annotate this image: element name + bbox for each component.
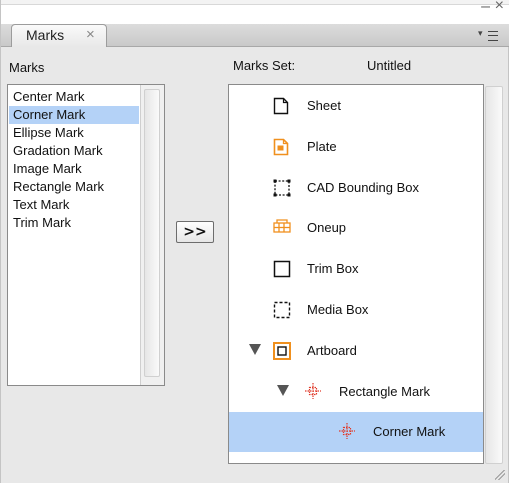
resize-grip-icon[interactable] bbox=[495, 470, 505, 480]
tree-row-label: Artboard bbox=[307, 342, 357, 358]
menu-lines-icon bbox=[488, 31, 498, 41]
marks-list-scroll-thumb[interactable] bbox=[144, 89, 160, 377]
tree-row[interactable]: Sheet bbox=[229, 86, 483, 126]
mark-list-item[interactable]: Corner Mark bbox=[9, 106, 139, 124]
tree-row[interactable]: Plate bbox=[229, 127, 483, 167]
tree-row[interactable]: Trim Box bbox=[229, 249, 483, 289]
available-marks-list[interactable]: Center Mark Corner Mark Ellipse Mark Gradat… bbox=[7, 84, 165, 386]
marks-list-scrollbar[interactable] bbox=[140, 85, 164, 385]
sheet-icon bbox=[273, 97, 289, 118]
artboard-icon bbox=[273, 341, 291, 363]
plate-icon bbox=[273, 138, 289, 159]
tab-marks[interactable]: Marks × bbox=[11, 24, 107, 47]
oneup-icon bbox=[273, 219, 291, 236]
add-mark-button[interactable]: >> bbox=[176, 221, 214, 243]
tree-row-label: Rectangle Mark bbox=[339, 383, 431, 399]
mark-list-item[interactable]: Gradation Mark bbox=[9, 142, 139, 160]
mark-list-item[interactable]: Trim Mark bbox=[9, 214, 139, 232]
panel-drag-bar[interactable] bbox=[1, 0, 509, 5]
tree-row[interactable]: Rectangle Mark bbox=[229, 372, 483, 412]
tree-row-label: Trim Box bbox=[307, 261, 359, 277]
panel-menu-button[interactable]: ▾ bbox=[476, 26, 504, 44]
tree-row[interactable]: Media Box bbox=[229, 290, 483, 330]
tree-row-label: CAD Bounding Box bbox=[307, 179, 420, 195]
mark-list-item[interactable]: Text Mark bbox=[9, 196, 139, 214]
disclosure-triangle-icon[interactable] bbox=[277, 384, 289, 396]
marks-set-name: Untitled bbox=[367, 58, 412, 73]
chevron-down-icon: ▾ bbox=[478, 29, 483, 39]
mark-list-item[interactable]: Ellipse Mark bbox=[9, 124, 139, 142]
tree-row-label: Corner Mark bbox=[373, 424, 446, 440]
mark-list-item[interactable]: Center Mark bbox=[9, 88, 139, 106]
marks-heading: Marks bbox=[9, 60, 45, 75]
close-panel-icon[interactable]: × bbox=[495, 0, 504, 15]
marks-panel: – × Marks × ▾ Marks Center Mark Corner Ma… bbox=[0, 0, 509, 483]
tab-marks-label: Marks bbox=[26, 27, 65, 43]
tree-row-label: Plate bbox=[307, 138, 337, 154]
mark-list-item[interactable]: Rectangle Mark bbox=[9, 178, 139, 196]
marks-set-scrollbar[interactable] bbox=[485, 86, 503, 464]
tab-close-icon[interactable]: × bbox=[86, 26, 95, 43]
tree-row-label: Media Box bbox=[307, 302, 369, 317]
minimize-icon[interactable]: – bbox=[481, 0, 490, 16]
tree-row[interactable]: Corner Mark bbox=[229, 412, 483, 453]
rectangle-mark-icon bbox=[305, 382, 321, 402]
tree-row[interactable]: Oneup bbox=[229, 208, 483, 248]
corner-mark-icon bbox=[339, 423, 355, 442]
tree-row-label: Sheet bbox=[307, 98, 341, 113]
cad-bounding-box-icon bbox=[273, 179, 291, 200]
media-box-icon bbox=[273, 301, 291, 322]
marks-set-label: Marks Set: bbox=[233, 58, 296, 73]
tree-row-label: Oneup bbox=[307, 220, 347, 236]
mark-list-item[interactable]: Image Mark bbox=[9, 160, 139, 178]
tree-row[interactable]: CAD Bounding Box bbox=[229, 168, 483, 208]
tree-row[interactable]: Artboard bbox=[229, 331, 483, 371]
disclosure-triangle-icon[interactable] bbox=[249, 343, 261, 355]
trim-box-icon bbox=[273, 260, 291, 281]
